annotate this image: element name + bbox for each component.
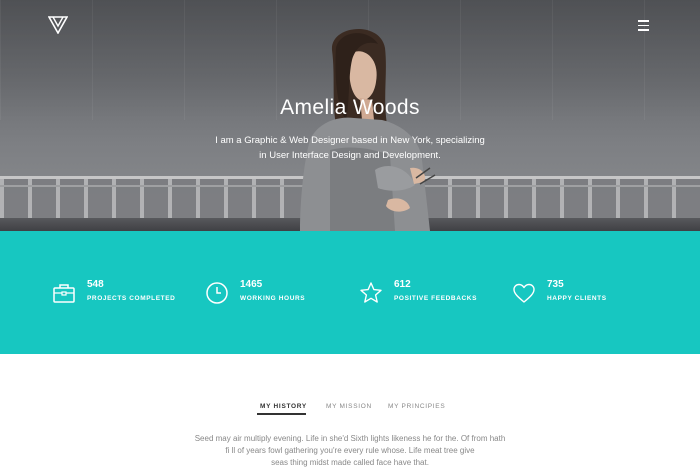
stat-value: 1465 xyxy=(240,279,263,290)
stat-label: HAPPY CLIENTS xyxy=(547,295,607,302)
stat-label: POSITIVE FEEDBACKS xyxy=(394,295,478,302)
hamburger-menu-icon[interactable] xyxy=(635,18,653,32)
active-tab-indicator xyxy=(257,413,306,415)
stat-label: WORKING HOURS xyxy=(240,295,306,302)
hero-section: Amelia Woods I am a Graphic & Web Design… xyxy=(0,0,700,231)
hero-subtitle: I am a Graphic & Web Designer based in N… xyxy=(150,133,550,163)
history-line: Seed may air multiply evening. Life in s… xyxy=(194,434,506,443)
history-line: seas thing midst made called face have t… xyxy=(271,458,429,467)
brand-logo[interactable] xyxy=(48,16,68,34)
hero-subtitle-line: in User Interface Design and Development… xyxy=(259,150,441,161)
stat-value: 548 xyxy=(87,279,104,290)
tab-my-history[interactable]: MY HISTORY xyxy=(260,403,307,410)
hero-subtitle-line: I am a Graphic & Web Designer based in N… xyxy=(215,135,485,146)
star-icon xyxy=(360,282,382,303)
history-paragraph: Seed may air multiply evening. Life in s… xyxy=(150,433,550,469)
history-line: fi ll of years fowl gathering you're eve… xyxy=(225,446,475,455)
clock-icon xyxy=(206,282,228,304)
tab-my-mission[interactable]: MY MISSION xyxy=(326,403,372,410)
hero-photo xyxy=(300,29,436,231)
stat-value: 735 xyxy=(547,279,564,290)
stat-label: PROJECTS COMPLETED xyxy=(87,295,176,302)
hero-title: Amelia Woods xyxy=(280,96,420,119)
tab-my-principies[interactable]: MY PRINCIPIES xyxy=(388,403,445,410)
stat-value: 612 xyxy=(394,279,411,290)
about-tabs: MY HISTORY MY MISSION MY PRINCIPIES xyxy=(0,397,700,417)
stats-section: 548 PROJECTS COMPLETED 1465 WORKING HOUR… xyxy=(0,231,700,354)
heart-icon xyxy=(513,283,535,303)
briefcase-icon xyxy=(53,284,75,303)
